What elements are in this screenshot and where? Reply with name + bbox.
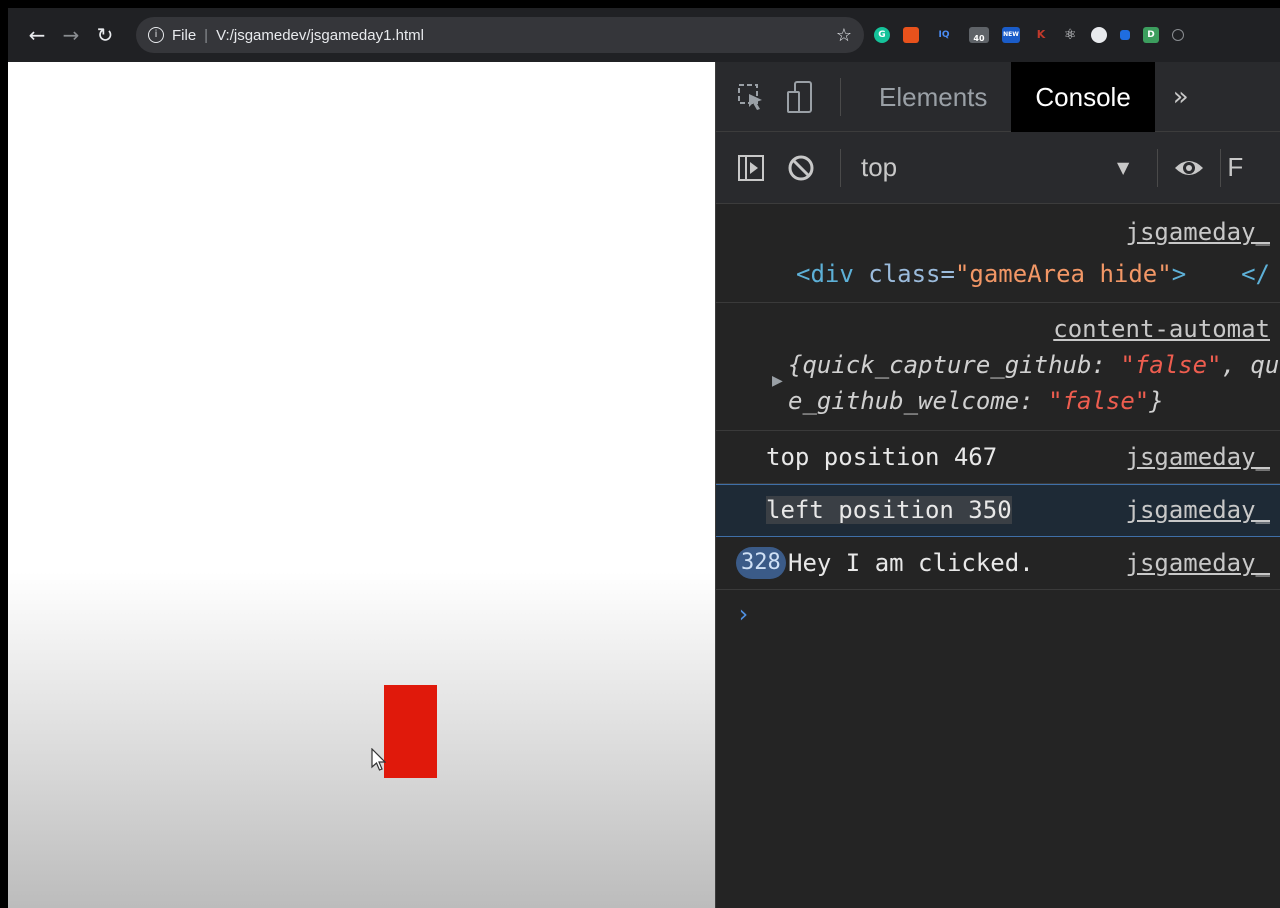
extensions-area: G IQ 40 NEW K ⚛ D	[874, 27, 1184, 43]
browser-toolbar: ← → ↻ i File | V:/jsgamedev/jsgameday1.h…	[8, 8, 1280, 62]
console-message: jsgameday_ <div class="gameArea hide"> <…	[716, 204, 1280, 303]
message-source-link[interactable]: jsgameday_	[1126, 496, 1271, 524]
mouse-pointer-icon	[371, 748, 386, 771]
filter-divider-2	[1157, 148, 1159, 187]
repeat-count: 328	[736, 547, 786, 579]
message-text: left position 350	[766, 496, 1012, 524]
object-preview-line2[interactable]: e_github_welcome: "false"}	[788, 387, 1164, 415]
extension-badge-icon[interactable]: 40	[969, 27, 989, 43]
message-source-link[interactable]: content-automat	[1053, 315, 1270, 343]
sidebar-toggle-icon[interactable]	[726, 153, 776, 183]
filter-divider-3	[1220, 148, 1222, 187]
message-text: top position 467	[766, 443, 998, 471]
devtools-panel: Elements Console » top ▼ F jsgameday_ <d…	[715, 62, 1280, 908]
game-red-box[interactable]	[384, 685, 437, 778]
message-source-link[interactable]: jsgameday_	[1126, 443, 1271, 471]
console-log: jsgameday_ <div class="gameArea hide"> <…	[716, 204, 1280, 650]
extension-d-icon[interactable]: D	[1143, 27, 1159, 43]
object-tail: , qu	[1221, 351, 1280, 379]
reload-icon[interactable]: ↻	[88, 23, 122, 47]
object-close: }	[1149, 387, 1164, 415]
extension-circle-icon[interactable]	[1172, 29, 1184, 41]
url-text[interactable]: V:/jsgamedev/jsgameday1.html	[216, 27, 424, 44]
expand-triangle-icon[interactable]: ▶	[772, 373, 783, 389]
console-toolbar: top ▼ F	[716, 132, 1280, 204]
tabbar-divider	[840, 77, 841, 116]
context-selector[interactable]: top	[861, 152, 1117, 183]
element-preview[interactable]: <div class="gameArea hide">	[796, 260, 1186, 288]
filter-divider	[840, 148, 841, 187]
object-key-2: e_github_welcome:	[788, 387, 1049, 415]
clear-console-icon[interactable]	[776, 153, 826, 183]
extension-blue-icon[interactable]	[1120, 30, 1130, 40]
console-prompt-icon: ›	[736, 600, 751, 628]
filter-input-edge[interactable]: F	[1227, 152, 1243, 183]
back-icon[interactable]: ←	[20, 23, 54, 47]
console-message: top position 467 jsgameday_	[716, 431, 1280, 484]
extension-orange-icon[interactable]	[903, 27, 919, 43]
object-value-1: "false"	[1120, 351, 1222, 379]
info-icon[interactable]: i	[148, 27, 164, 43]
bookmark-star-icon[interactable]: ☆	[836, 25, 852, 46]
extension-k-icon[interactable]: K	[1033, 27, 1049, 43]
message-text: Hey I am clicked.	[788, 549, 1034, 577]
page-viewport	[8, 62, 715, 908]
live-expression-eye-icon[interactable]	[1164, 156, 1214, 180]
message-source-link[interactable]: jsgameday_	[1126, 218, 1271, 246]
tab-console[interactable]: Console	[1011, 62, 1155, 132]
console-message: 328 Hey I am clicked. jsgameday_	[716, 537, 1280, 590]
top-border	[0, 0, 1280, 8]
more-tabs-icon[interactable]: »	[1155, 82, 1189, 112]
extension-new-icon[interactable]: NEW	[1002, 27, 1020, 43]
address-bar[interactable]: i File | V:/jsgamedev/jsgameday1.html ☆	[136, 17, 864, 53]
repeat-count-badge: 328	[736, 547, 786, 579]
extension-round-icon[interactable]	[1091, 27, 1107, 43]
scheme-label: File	[172, 26, 197, 44]
tab-elements[interactable]: Elements	[855, 62, 1011, 132]
object-preview-line1[interactable]: {quick_capture_github: "false", qu	[788, 351, 1279, 379]
address-separator: |	[204, 26, 209, 44]
screen: ← → ↻ i File | V:/jsgamedev/jsgameday1.h…	[0, 0, 1280, 908]
left-border	[0, 0, 8, 908]
grammarly-icon[interactable]: G	[874, 27, 890, 43]
attr-value: "gameArea hide"	[954, 260, 1172, 288]
inspect-element-icon[interactable]	[726, 82, 776, 112]
devtools-tabbar: Elements Console »	[716, 62, 1280, 132]
end-tag: </	[1241, 260, 1270, 288]
tag-open: <div	[796, 260, 869, 288]
device-toolbar-icon[interactable]	[776, 80, 826, 114]
extension-react-icon[interactable]: ⚛	[1062, 27, 1078, 43]
object-value-2: "false"	[1048, 387, 1150, 415]
attr-name: class=	[868, 260, 955, 288]
forward-icon[interactable]: →	[54, 23, 88, 47]
message-source-link[interactable]: jsgameday_	[1126, 549, 1271, 577]
tag-close: >	[1171, 260, 1187, 288]
console-prompt-row[interactable]: ›	[716, 590, 1280, 650]
context-dropdown-icon[interactable]: ▼	[1117, 158, 1129, 177]
object-key-1: {quick_capture_github:	[788, 351, 1121, 379]
console-message-selected: left position 350 jsgameday_	[716, 484, 1280, 537]
console-message: content-automat ▶ {quick_capture_github:…	[716, 303, 1280, 431]
extension-iq-icon[interactable]: IQ	[932, 27, 956, 43]
